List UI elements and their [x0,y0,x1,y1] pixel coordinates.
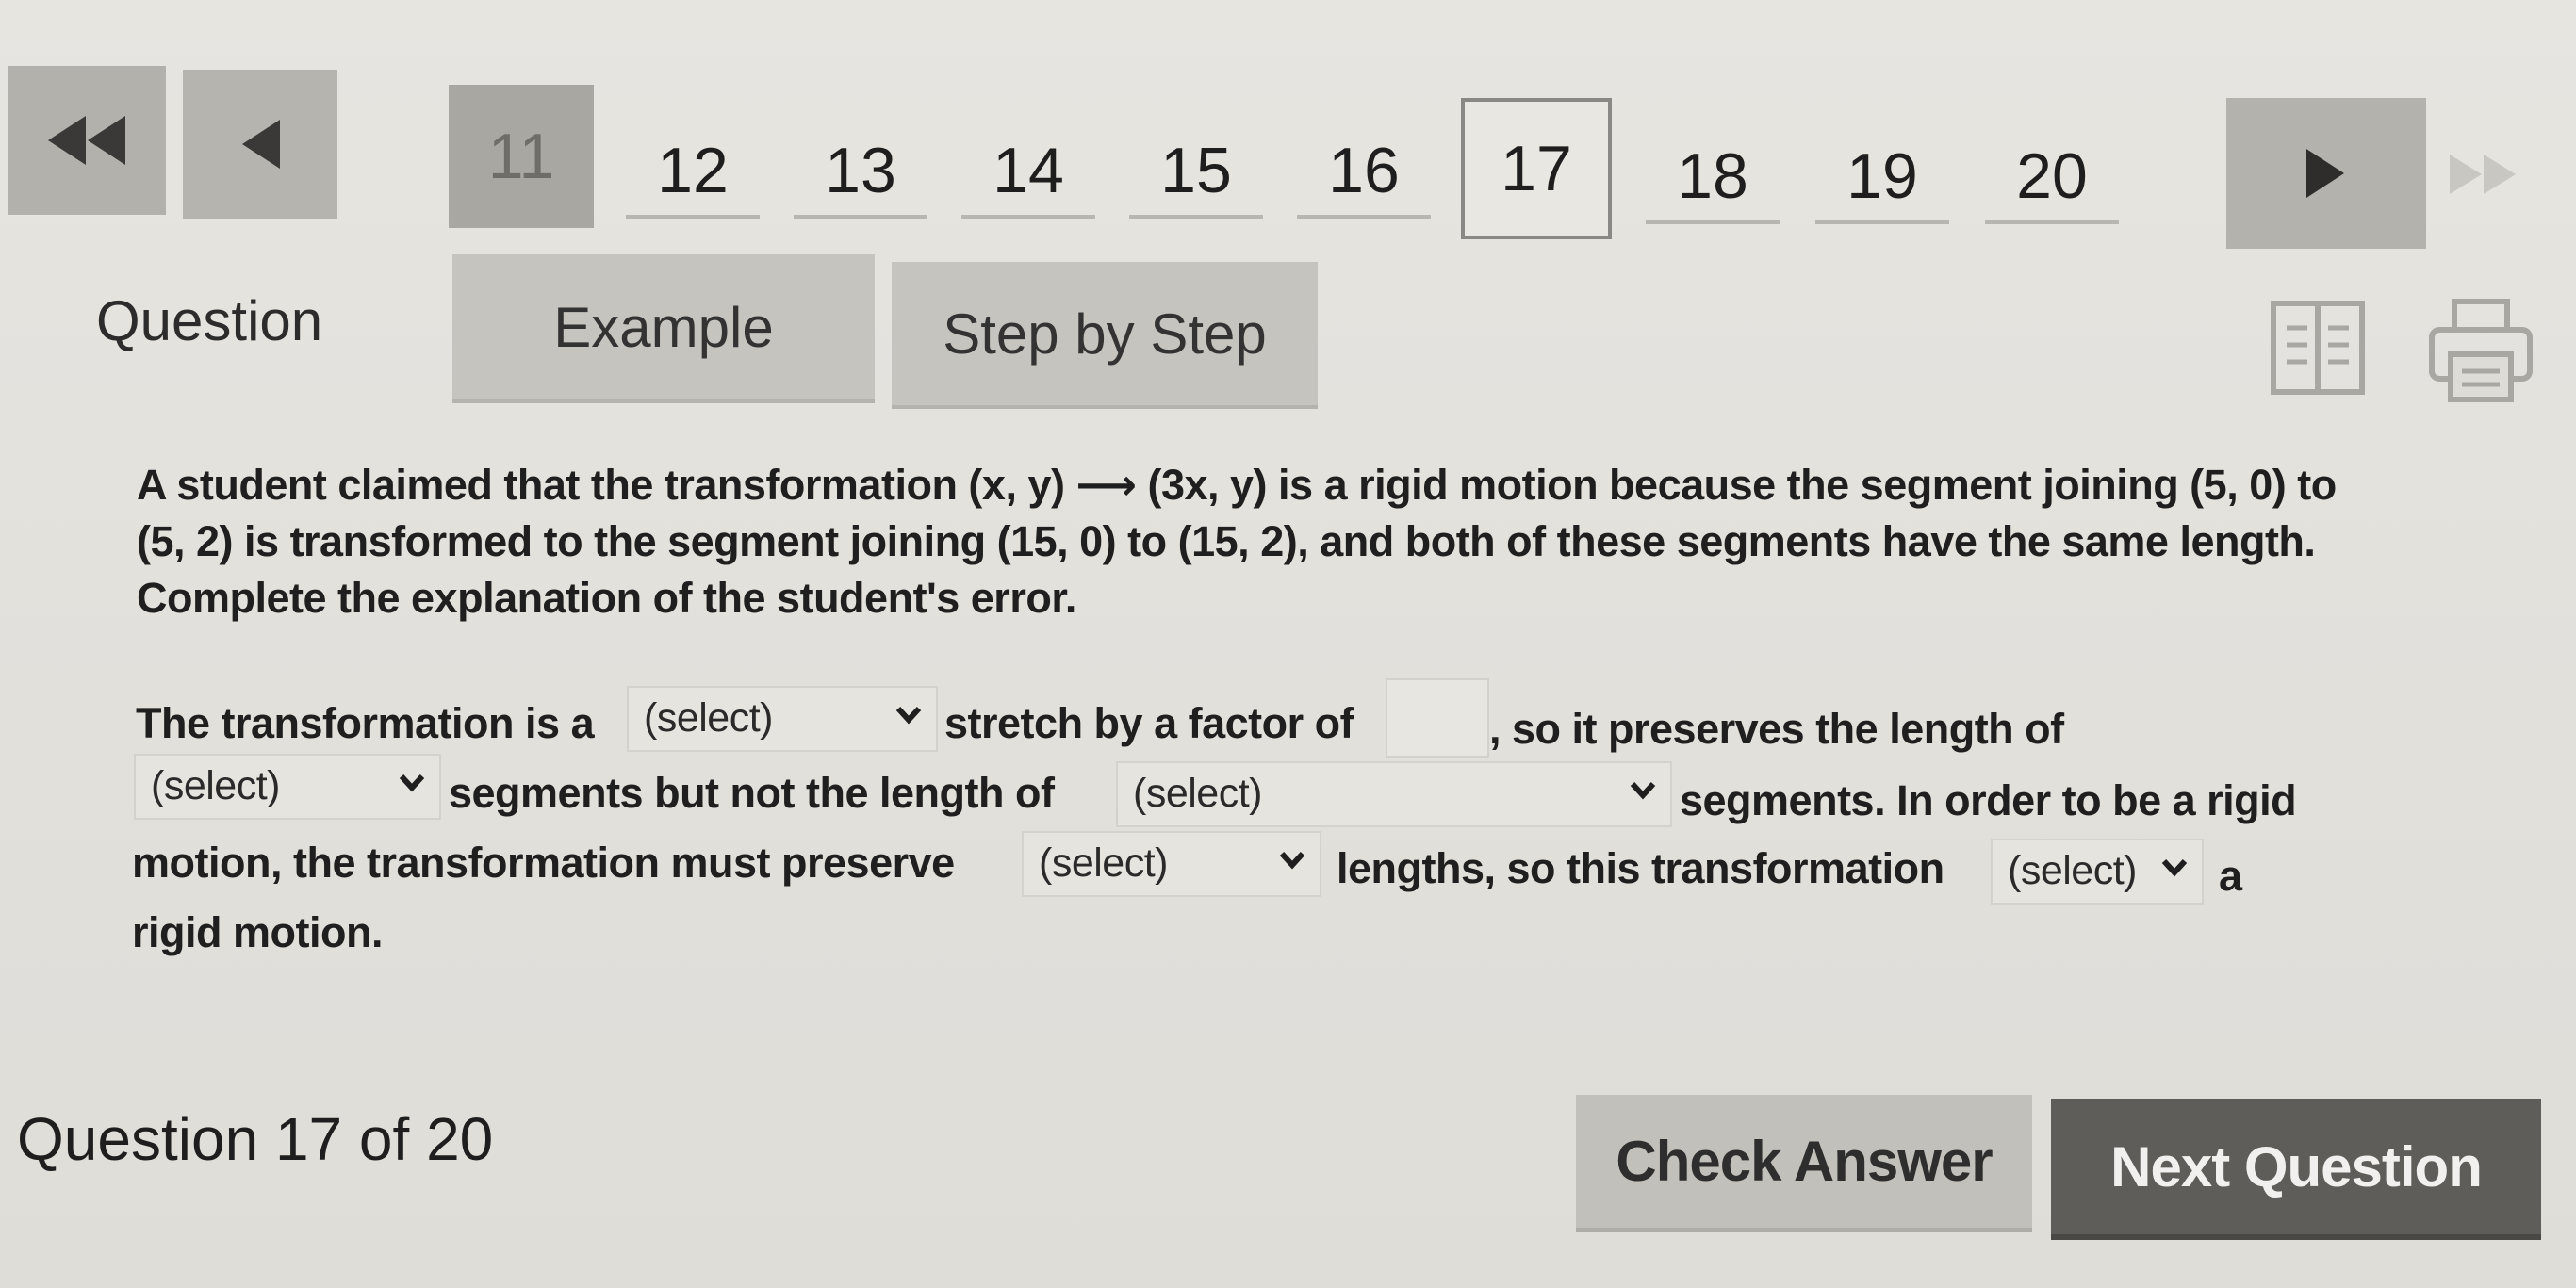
question-number-12[interactable]: 12 [622,134,763,219]
previous-question-button[interactable] [183,70,337,219]
explanation-text-7: lengths, so this transformation [1337,844,1944,892]
next-question-arrow-button[interactable] [2226,98,2426,249]
explanation-text-4: segments but not the length of [449,769,1055,817]
tab-example[interactable]: Example [452,254,875,403]
question-prompt: A student claimed that the transformatio… [137,461,2337,622]
last-question-button[interactable] [2432,122,2535,226]
explanation-text-1: The transformation is a [136,699,595,747]
left-arrow-icon [242,120,280,169]
tab-step-by-step[interactable]: Step by Step [892,262,1318,409]
question-number-16[interactable]: 16 [1293,134,1435,219]
printer-icon[interactable] [2424,296,2537,409]
stretch-factor-input[interactable] [1386,678,1489,758]
explanation-text-8: a [2219,852,2242,900]
chevron-down-icon [2161,858,2188,877]
question-number-15[interactable]: 15 [1125,134,1267,219]
explanation-text-6: motion, the transformation must preserve [132,839,955,887]
transformation-type-select[interactable]: (select) [627,686,938,752]
question-number-17-current[interactable]: 17 [1461,98,1612,239]
right-arrow-icon [2306,149,2344,198]
explanation-text-2: stretch by a factor of [944,699,1354,747]
question-page: 11 12 13 14 15 16 17 18 19 20 Question E… [0,0,2576,1288]
explanation-text-9: rigid motion. [132,908,383,956]
preserve-lengths-select[interactable]: (select) [1022,831,1321,897]
book-icon[interactable] [2266,296,2370,399]
chevron-down-icon [1630,781,1656,800]
next-question-button[interactable]: Next Question [2051,1099,2541,1240]
question-number-18[interactable]: 18 [1642,139,1783,224]
question-number-14[interactable]: 14 [958,134,1099,219]
question-number-11[interactable]: 11 [449,85,594,228]
double-left-arrow-icon [48,116,125,165]
chevron-down-icon [399,774,425,792]
is-rigid-motion-select[interactable]: (select) [1991,839,2204,905]
chevron-down-icon [1279,851,1305,870]
first-question-button[interactable] [8,66,166,215]
question-number-19[interactable]: 19 [1812,139,1953,224]
chevron-down-icon [895,706,922,725]
non-preserved-segments-select[interactable]: (select) [1116,761,1672,827]
tab-question[interactable]: Question [96,288,322,353]
question-number-13[interactable]: 13 [790,134,931,219]
preserved-segments-select[interactable]: (select) [134,754,441,820]
question-number-20[interactable]: 20 [1981,139,2123,224]
explanation-text-5: segments. In order to be a rigid [1680,776,2297,824]
question-counter: Question 17 of 20 [17,1105,494,1173]
double-right-arrow-icon [2450,155,2516,194]
explanation-text-3: , so it preserves the length of [1489,705,2064,753]
check-answer-button[interactable]: Check Answer [1576,1095,2032,1232]
